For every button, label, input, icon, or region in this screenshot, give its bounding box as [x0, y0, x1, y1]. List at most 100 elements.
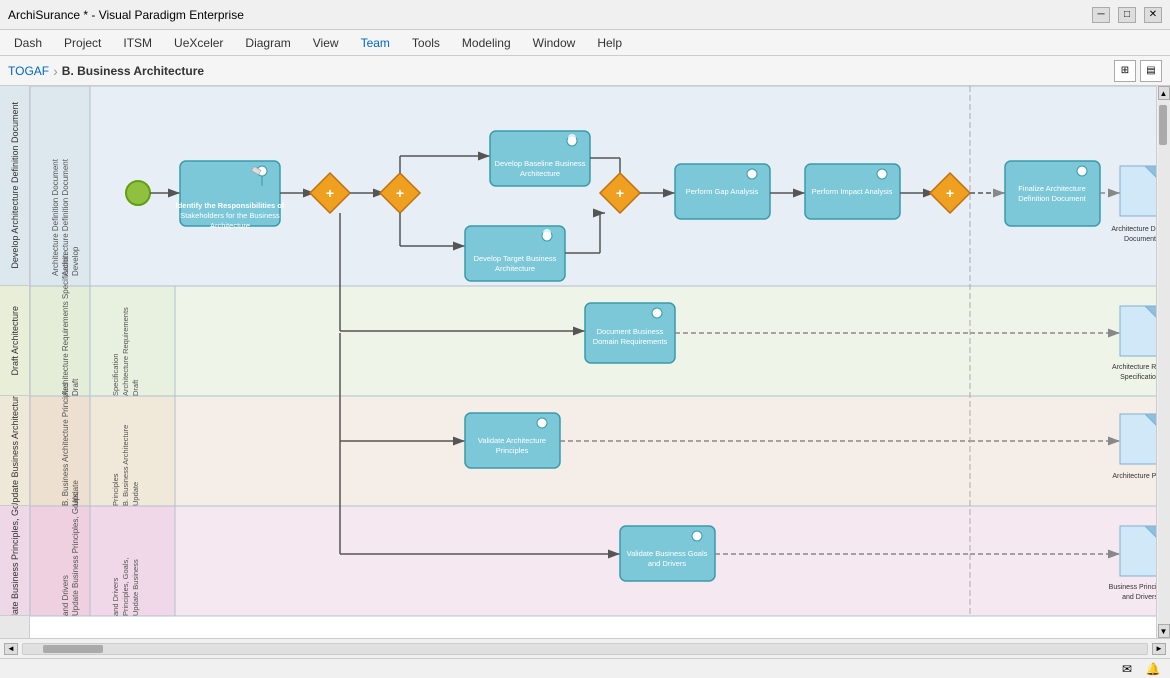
menu-modeling[interactable]: Modeling: [452, 33, 521, 53]
lane-label-4-text: Update Business Principles, Goals,: [8, 506, 22, 616]
svg-text:and Drivers: and Drivers: [111, 577, 120, 616]
scroll-left-button[interactable]: ◄: [4, 643, 18, 655]
svg-text:Principles: Principles: [496, 446, 529, 455]
task-doc-domain[interactable]: Document Business Domain Requirements: [585, 303, 675, 363]
scroll-track-horizontal[interactable]: [22, 643, 1148, 655]
svg-text:Architecture: Architecture: [495, 264, 535, 273]
svg-text:Draft: Draft: [71, 378, 80, 396]
menu-help[interactable]: Help: [587, 33, 632, 53]
lane-label-3: Update Business Architecture: [0, 396, 29, 506]
main-area: Develop Architecture Definition Document…: [0, 86, 1170, 638]
scroll-up-button[interactable]: ▲: [1158, 86, 1170, 100]
svg-text:Architecture Requ: Architecture Requ: [1112, 364, 1156, 371]
svg-text:Architecture: Architecture: [210, 221, 250, 230]
app-title: ArchiSurance * - Visual Paradigm Enterpr…: [8, 8, 244, 22]
breadcrumb: TOGAF › B. Business Architecture: [8, 63, 204, 79]
svg-text:Update Business Principles, Go: Update Business Principles, Goals,: [71, 491, 80, 616]
task-validate-biz[interactable]: Validate Business Goals and Drivers: [620, 526, 715, 581]
menu-dash[interactable]: Dash: [4, 33, 52, 53]
svg-text:Principles: Principles: [111, 473, 120, 506]
lane-label-4: Update Business Principles, Goals,: [0, 506, 29, 616]
task-validate-arch[interactable]: Validate Architecture Principles: [465, 413, 560, 468]
svg-text:Specification: Specification: [111, 353, 120, 396]
lane-label-3-text: Update Business Architecture: [8, 396, 22, 506]
maximize-button[interactable]: □: [1118, 7, 1136, 23]
breadcrumb-tools: ⊞ ▤: [1114, 60, 1162, 82]
breadcrumb-current: B. Business Architecture: [62, 64, 204, 78]
menu-window[interactable]: Window: [523, 33, 586, 53]
panel-icon[interactable]: ▤: [1140, 60, 1162, 82]
scroll-thumb-vertical[interactable]: [1159, 105, 1167, 145]
menu-team[interactable]: Team: [351, 33, 400, 53]
canvas-area[interactable]: Develop Architecture Definition Document…: [30, 86, 1156, 638]
right-scrollbar[interactable]: ▲ ▼: [1156, 86, 1170, 638]
title-bar: ArchiSurance * - Visual Paradigm Enterpr…: [0, 0, 1170, 30]
breadcrumb-bar: TOGAF › B. Business Architecture ⊞ ▤: [0, 56, 1170, 86]
svg-text:Architecture Definition Docume: Architecture Definition Document: [51, 158, 60, 276]
status-bar: ✉ 🔔: [0, 658, 1170, 678]
svg-text:and Drivers: and Drivers: [1122, 594, 1156, 601]
scroll-thumb-horizontal[interactable]: [43, 645, 103, 653]
scroll-track-vertical[interactable]: [1158, 100, 1170, 624]
task-gap-analysis[interactable]: Perform Gap Analysis: [675, 164, 770, 219]
svg-text:Update Business: Update Business: [131, 559, 140, 616]
svg-text:Finalize Architecture: Finalize Architecture: [1018, 184, 1086, 193]
lane-label-1: Develop Architecture Definition Document: [0, 86, 29, 286]
minimize-button[interactable]: ─: [1092, 7, 1110, 23]
lane-label-2: Draft Architecture: [0, 286, 29, 396]
svg-text:+: +: [616, 185, 624, 201]
window-controls: ─ □ ✕: [1092, 7, 1162, 23]
svg-text:B. Business Architecture Princ: B. Business Architecture Principles: [61, 382, 70, 506]
breadcrumb-root[interactable]: TOGAF: [8, 64, 49, 78]
svg-text:Principles, Goals,: Principles, Goals,: [121, 558, 130, 616]
email-status-icon[interactable]: ✉: [1118, 661, 1136, 677]
grid-icon[interactable]: ⊞: [1114, 60, 1136, 82]
menu-view[interactable]: View: [303, 33, 349, 53]
task-finalize[interactable]: Finalize Architecture Definition Documen…: [1005, 161, 1100, 226]
menu-project[interactable]: Project: [54, 33, 111, 53]
svg-text:Develop Target Business: Develop Target Business: [474, 254, 557, 263]
close-button[interactable]: ✕: [1144, 7, 1162, 23]
svg-text:Stakeholders for the Business: Stakeholders for the Business: [180, 211, 280, 220]
task-impact-analysis[interactable]: Perform Impact Analysis: [805, 164, 900, 219]
diagram-svg: Develop Architecture Definition Document…: [30, 86, 1156, 626]
svg-text:Business Principles,: Business Principles,: [1109, 584, 1156, 591]
menu-itsm[interactable]: ITSM: [113, 33, 162, 53]
menu-diagram[interactable]: Diagram: [235, 33, 300, 53]
breadcrumb-separator: ›: [53, 63, 58, 79]
lane-label-1-text: Develop Architecture Definition Document: [8, 98, 22, 273]
scroll-down-button[interactable]: ▼: [1158, 624, 1170, 638]
svg-text:+: +: [326, 185, 334, 201]
start-event[interactable]: [126, 181, 150, 205]
svg-text:Domain Requirements: Domain Requirements: [593, 337, 668, 346]
svg-text:Perform Impact Analysis: Perform Impact Analysis: [812, 187, 893, 196]
svg-text:Document: Document: [1124, 236, 1156, 243]
notification-icon[interactable]: 🔔: [1144, 661, 1162, 677]
menu-bar: Dash Project ITSM UeXceler Diagram View …: [0, 30, 1170, 56]
svg-text:Architecture Requirements: Architecture Requirements: [121, 307, 130, 396]
svg-text:Develop: Develop: [71, 246, 80, 276]
svg-text:and Drivers: and Drivers: [61, 575, 70, 616]
svg-text:Document Business: Document Business: [597, 327, 664, 336]
svg-text:Specification: Specification: [1120, 374, 1156, 381]
svg-text:Architecture Defini: Architecture Defini: [1111, 226, 1156, 233]
svg-text:Update: Update: [131, 482, 140, 506]
svg-text:B. Business Architecture: B. Business Architecture: [121, 425, 130, 506]
svg-text:Architecture: Architecture: [520, 169, 560, 178]
svg-text:and Drivers: and Drivers: [648, 559, 687, 568]
scroll-right-button[interactable]: ►: [1152, 643, 1166, 655]
svg-text:Definition Document: Definition Document: [1018, 194, 1086, 203]
svg-text:Architecture Requirements Spec: Architecture Requirements Specification: [61, 254, 70, 396]
menu-uexceler[interactable]: UeXceler: [164, 33, 233, 53]
svg-text:Develop Baseline Business: Develop Baseline Business: [495, 159, 586, 168]
bottom-bar: ◄ ►: [0, 638, 1170, 658]
svg-text:Perform Gap Analysis: Perform Gap Analysis: [686, 187, 759, 196]
svg-text:Architecture Princ: Architecture Princ: [1112, 473, 1156, 480]
svg-text:+: +: [396, 185, 404, 201]
menu-tools[interactable]: Tools: [402, 33, 450, 53]
task-identify[interactable]: Identify the Responsibilities of Stakeho…: [176, 161, 285, 230]
svg-text:Validate Architecture: Validate Architecture: [478, 436, 546, 445]
svg-text:Identify the Responsibilities: Identify the Responsibilities of: [176, 201, 285, 210]
lane-labels: Develop Architecture Definition Document…: [0, 86, 30, 638]
svg-text:Draft: Draft: [131, 379, 140, 396]
